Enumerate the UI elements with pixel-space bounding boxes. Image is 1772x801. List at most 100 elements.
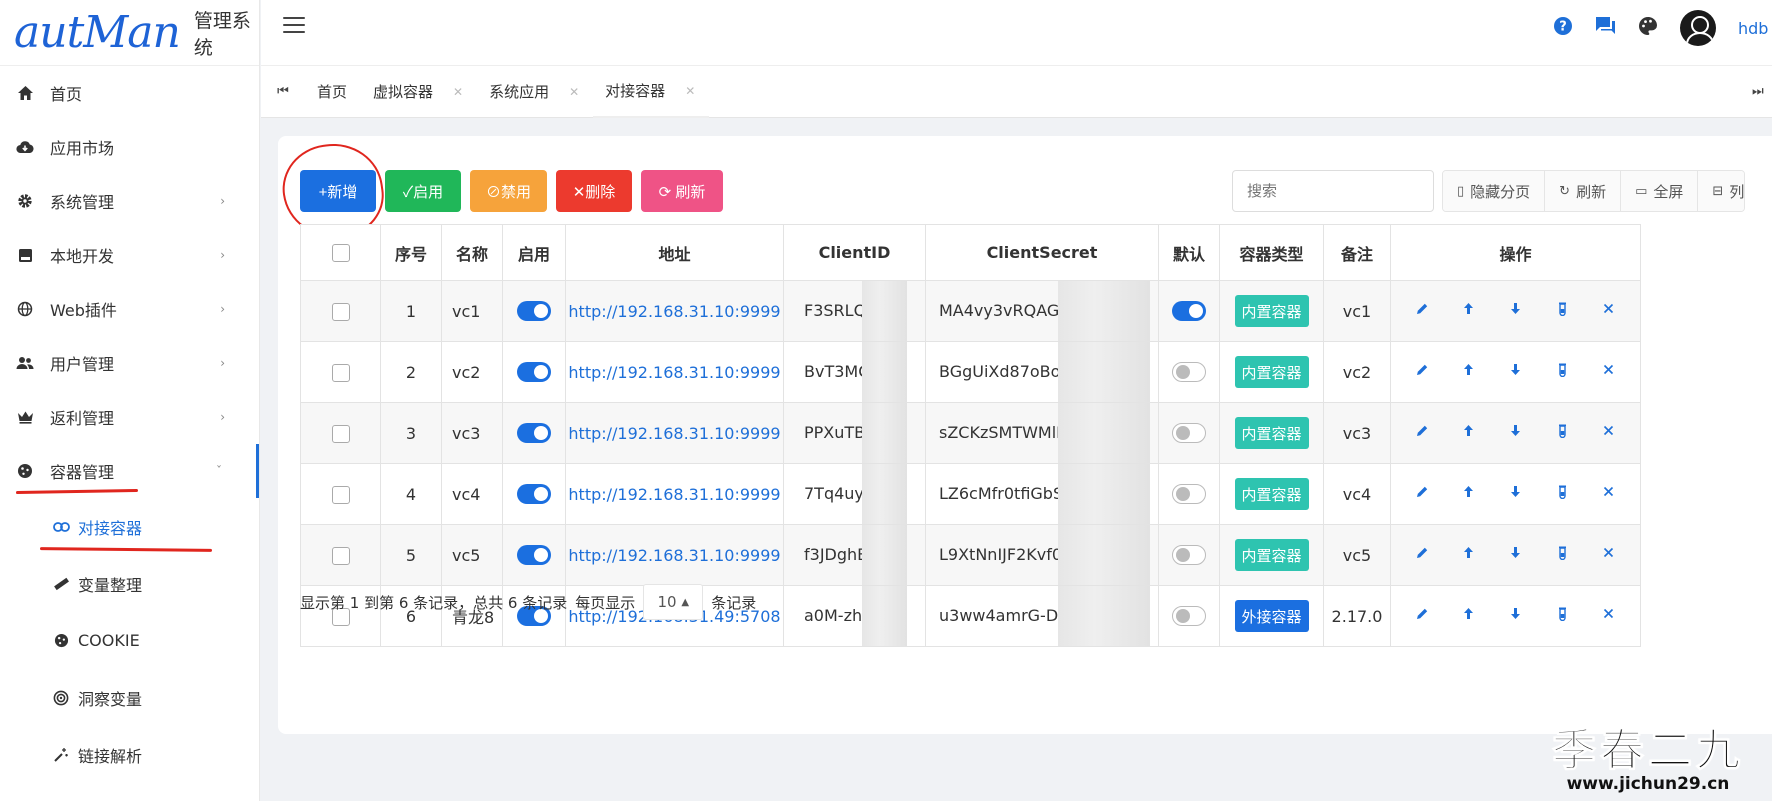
move-down-icon[interactable] [1505,546,1525,564]
move-up-icon[interactable] [1459,485,1479,503]
delete-icon[interactable] [1599,607,1619,625]
test-tube-icon[interactable] [1552,546,1572,564]
add-button[interactable]: +新增 [300,170,376,212]
tab-home[interactable]: 首页 [305,66,361,118]
tab-virtual-containers[interactable]: 虚拟容器 ✕ [361,66,477,118]
column-header[interactable]: 启用 [502,224,566,281]
column-header[interactable]: 序号 [380,224,442,281]
sidebar-item-cookie[interactable]: COOKIE [0,612,259,669]
address-link[interactable]: http://192.168.31.10:9999 [568,363,780,382]
tabs-scroll-left-icon[interactable]: ⏮ [261,84,305,99]
chat-icon[interactable] [1595,16,1616,40]
delete-icon[interactable] [1599,546,1619,564]
move-down-icon[interactable] [1505,424,1525,442]
page-size-select[interactable]: 10 ▲ [643,584,704,620]
tab-system-apps[interactable]: 系统应用 ✕ [477,66,593,118]
column-header[interactable]: 容器类型 [1219,224,1324,281]
disable-button[interactable]: ⊘禁用 [470,170,547,212]
move-up-icon[interactable] [1459,424,1479,442]
edit-icon[interactable] [1412,485,1432,503]
column-header[interactable]: 备注 [1323,224,1391,281]
column-header[interactable]: 操作 [1390,224,1641,281]
sidebar-item-app-market[interactable]: 应用市场 [0,120,259,174]
column-header[interactable]: ClientID [783,224,926,281]
address-link[interactable]: http://192.168.31.10:9999 [568,302,780,321]
avatar[interactable] [1680,10,1716,46]
column-header[interactable]: 默认 [1158,224,1220,281]
row-checkbox[interactable] [331,363,350,382]
hide-paging-button[interactable]: ▯ 隐藏分页 [1443,171,1546,211]
edit-icon[interactable] [1412,546,1432,564]
select-all-checkbox[interactable] [331,244,350,263]
edit-icon[interactable] [1412,363,1432,381]
test-tube-icon[interactable] [1552,607,1572,625]
move-up-icon[interactable] [1459,546,1479,564]
address-link[interactable]: http://192.168.31.10:9999 [568,546,780,565]
sidebar-item-containers[interactable]: 容器管理 ˇ [0,444,259,498]
sidebar-item-web-plugins[interactable]: Web插件 › [0,282,259,336]
move-down-icon[interactable] [1505,485,1525,503]
column-header[interactable]: 名称 [441,224,503,281]
sidebar-item-docked-containers[interactable]: 对接容器 [0,498,259,555]
table-refresh-button[interactable]: ↻ 刷新 [1545,171,1622,211]
test-tube-icon[interactable] [1552,302,1572,320]
enabled-toggle[interactable] [517,484,551,505]
default-toggle[interactable] [1172,606,1206,627]
palette-icon[interactable] [1638,16,1658,41]
edit-icon[interactable] [1412,607,1432,625]
tab-docked-containers[interactable]: 对接容器 ✕ [593,66,710,118]
enabled-toggle[interactable] [517,301,551,322]
logo[interactable]: autMan 管理系统 [0,0,259,66]
close-icon[interactable]: ✕ [569,85,579,99]
default-toggle[interactable] [1172,362,1206,383]
delete-icon[interactable] [1599,424,1619,442]
move-down-icon[interactable] [1505,607,1525,625]
enable-button[interactable]: ✓启用 [385,170,461,212]
enabled-toggle[interactable] [517,362,551,383]
fullscreen-button[interactable]: ▭ 全屏 [1621,171,1699,211]
move-down-icon[interactable] [1505,302,1525,320]
default-toggle[interactable] [1172,301,1206,322]
sidebar-item-rebate[interactable]: 返利管理 › [0,390,259,444]
delete-button[interactable]: ✕删除 [556,170,632,212]
row-checkbox[interactable] [331,485,350,504]
default-toggle[interactable] [1172,484,1206,505]
move-down-icon[interactable] [1505,363,1525,381]
table-row[interactable]: 5 vc5 http://192.168.31.10:9999 f3JDghB L9Xt… [300,524,1641,586]
menu-toggle-icon[interactable] [283,17,305,35]
sidebar-item-users[interactable]: 用户管理 › [0,336,259,390]
enabled-toggle[interactable] [517,545,551,566]
delete-icon[interactable] [1599,363,1619,381]
move-up-icon[interactable] [1459,302,1479,320]
default-toggle[interactable] [1172,545,1206,566]
test-tube-icon[interactable] [1552,363,1572,381]
delete-icon[interactable] [1599,485,1619,503]
sidebar-item-local-dev[interactable]: 本地开发 › [0,228,259,282]
enabled-toggle[interactable] [517,423,551,444]
sidebar-item-variables[interactable]: 变量整理 [0,555,259,612]
row-checkbox[interactable] [331,546,350,565]
table-row[interactable]: 1 vc1 http://192.168.31.10:9999 F3SRLQT MA4v… [300,280,1641,342]
close-icon[interactable]: ✕ [453,85,463,99]
sidebar-item-home[interactable]: 首页 [0,66,259,120]
sidebar-item-link-parse[interactable]: 链接解析 [0,726,259,783]
sidebar-item-system[interactable]: 系统管理 › [0,174,259,228]
edit-icon[interactable] [1412,424,1432,442]
move-up-icon[interactable] [1459,607,1479,625]
column-header[interactable]: ClientSecret [925,224,1159,281]
search-input[interactable] [1232,170,1434,212]
address-link[interactable]: http://192.168.31.10:9999 [568,485,780,504]
delete-icon[interactable] [1599,302,1619,320]
username[interactable]: hdb [1738,19,1772,38]
columns-button[interactable]: ⊟ 列 [1698,171,1745,211]
move-up-icon[interactable] [1459,363,1479,381]
column-header[interactable]: 地址 [565,224,784,281]
table-row[interactable]: 3 vc3 http://192.168.31.10:9999 PPXuTBH sZCK… [300,402,1641,464]
default-toggle[interactable] [1172,423,1206,444]
refresh-button[interactable]: ⟳ 刷新 [641,170,723,212]
row-checkbox[interactable] [331,424,350,443]
tabs-scroll-right-icon[interactable]: ⏭ [1752,84,1772,99]
table-row[interactable]: 4 vc4 http://192.168.31.10:9999 7Tq4uyr LZ6c… [300,463,1641,525]
row-checkbox[interactable] [331,302,350,321]
help-icon[interactable]: ? [1553,16,1573,41]
